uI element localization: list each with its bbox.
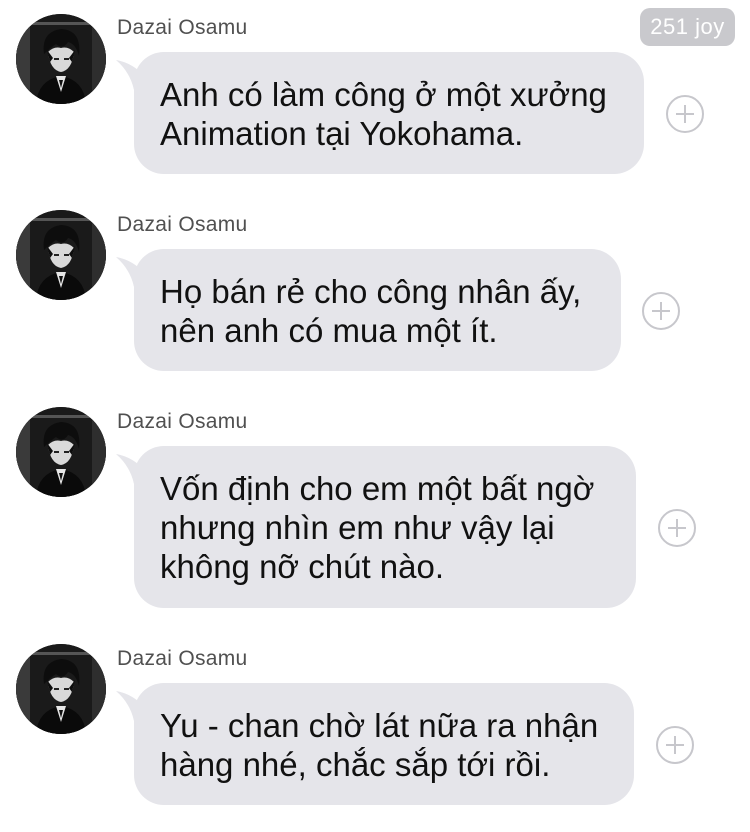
message-bubble[interactable]: Yu - chan chờ lát nữa ra nhận hàng nhé, … — [134, 683, 634, 805]
message-line: Yu - chan chờ lát nữa ra nhận — [160, 707, 599, 744]
sender-name: Dazai Osamu — [117, 16, 248, 39]
add-reaction-icon[interactable] — [666, 95, 704, 133]
message-bubble[interactable]: Họ bán rẻ cho công nhân ấy, nên anh có m… — [134, 249, 621, 371]
message-line: Anh có làm công ở một xưởng — [160, 76, 607, 113]
message-line: nhưng nhìn em như vậy lại — [160, 509, 555, 546]
add-reaction-icon[interactable] — [656, 726, 694, 764]
add-reaction-icon[interactable] — [642, 292, 680, 330]
message-line: Vốn định cho em một bất ngờ — [160, 470, 595, 507]
avatar-anime-character-icon[interactable] — [16, 644, 106, 734]
sender-name: Dazai Osamu — [117, 410, 248, 433]
message-line: nên anh có mua một ít. — [160, 312, 498, 349]
avatar-anime-character-icon[interactable] — [16, 210, 106, 300]
avatar-anime-character-icon[interactable] — [16, 407, 106, 497]
sender-name: Dazai Osamu — [117, 647, 248, 670]
message-line: Họ bán rẻ cho công nhân ấy, — [160, 273, 582, 310]
add-reaction-icon[interactable] — [658, 509, 696, 547]
message-line: Animation tại Yokohama. — [160, 115, 524, 152]
message-bubble[interactable]: Anh có làm công ở một xưởng Animation tạ… — [134, 52, 644, 174]
avatar-anime-character-icon[interactable] — [16, 14, 106, 104]
sender-name: Dazai Osamu — [117, 213, 248, 236]
message-bubble[interactable]: Vốn định cho em một bất ngờ nhưng nhìn e… — [134, 446, 636, 608]
joy-count-badge: 251 joy — [640, 8, 735, 46]
message-line: không nỡ chút nào. — [160, 548, 445, 585]
message-line: hàng nhé, chắc sắp tới rồi. — [160, 746, 551, 783]
